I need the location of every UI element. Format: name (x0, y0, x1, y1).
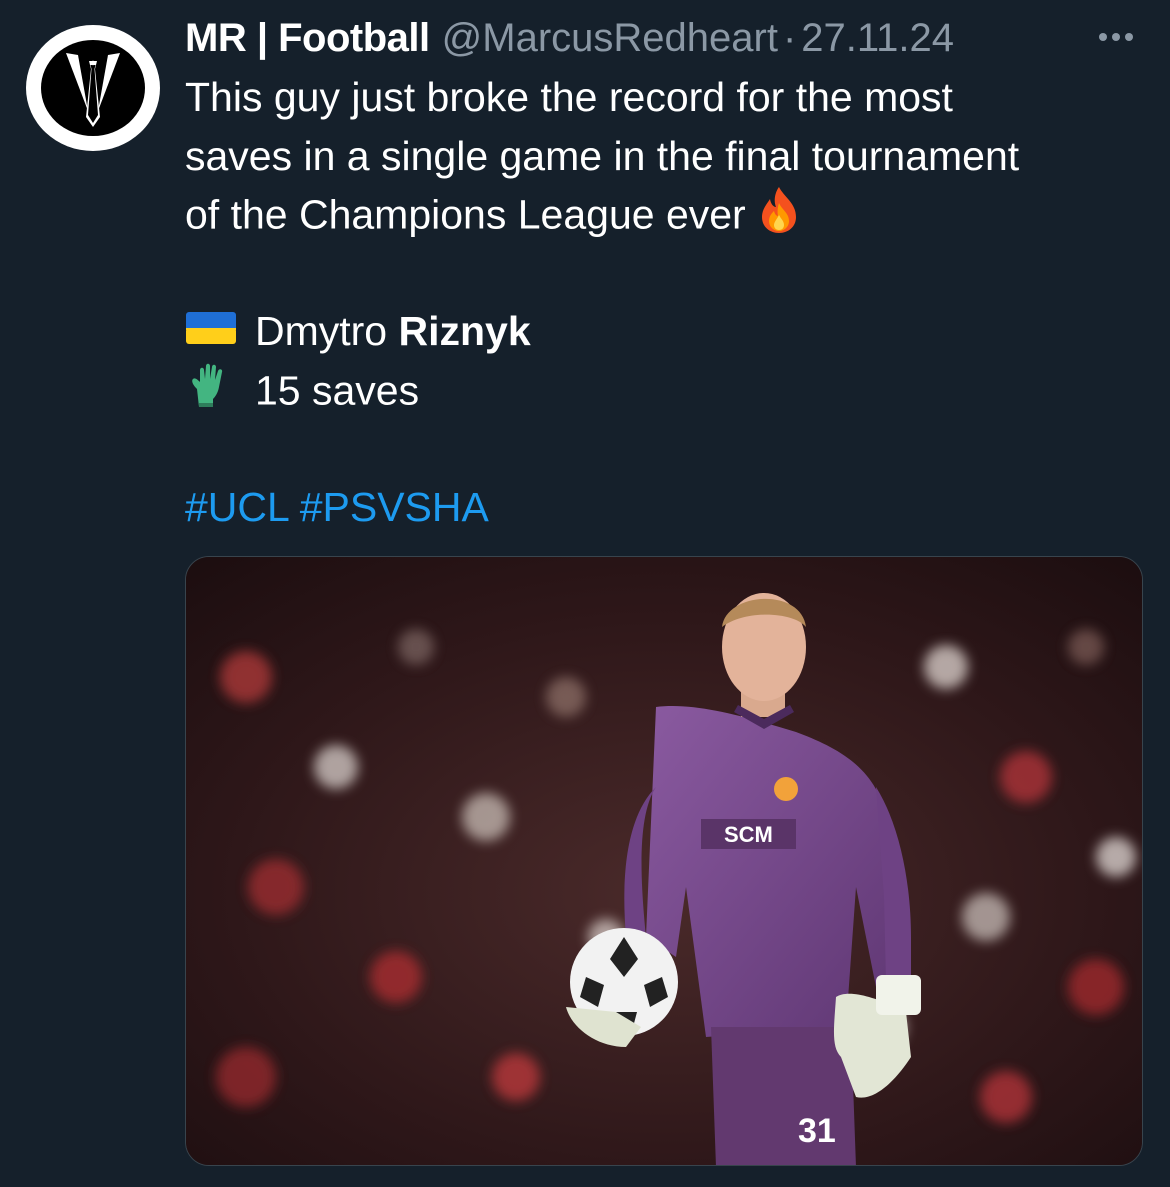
fire-emoji-icon (756, 185, 802, 251)
blank-line-2 (185, 419, 1145, 478)
ukraine-flag-emoji-icon (185, 305, 237, 364)
hashtags-line: #UCL #PSVSHA (185, 478, 1145, 537)
more-options-icon (1099, 33, 1133, 41)
goalkeeper-photo: SCM 31 (186, 557, 1142, 1165)
suit-tie-logo-icon (41, 40, 145, 136)
header-separator: · (782, 16, 797, 60)
hashtag-psvsha[interactable]: #PSVSHA (300, 484, 489, 530)
player-first-name: Dmytro (255, 308, 388, 354)
saves-count: 15 saves (255, 367, 420, 414)
gloves-emoji-icon (185, 361, 237, 427)
player-name-line: Dmytro Riznyk (185, 302, 1145, 361)
tweet-date[interactable]: 27.11.24 (801, 14, 954, 62)
tweet-text-line-1: This guy just broke the record for the m… (185, 74, 953, 120)
more-options-button[interactable] (1092, 22, 1140, 52)
tweet-body: This guy just broke the record for the m… (185, 68, 1145, 536)
saves-line: 15 saves (185, 361, 1145, 420)
tweet-text-line-3-text: of the Champions League ever (185, 191, 746, 238)
shorts-number-text: 31 (798, 1112, 836, 1150)
tweet-text-line-3: of the Champions League ever (185, 185, 1145, 244)
tweet[interactable]: MR | Football @MarcusRedheart · 27.11.24… (0, 0, 1170, 1187)
avatar[interactable] (26, 25, 160, 151)
tweet-header: MR | Football @MarcusRedheart · 27.11.24 (185, 14, 954, 62)
user-handle[interactable]: @MarcusRedheart (442, 14, 778, 62)
tweet-media-image[interactable]: SCM 31 (185, 556, 1143, 1166)
hashtag-ucl[interactable]: #UCL (185, 484, 288, 530)
display-name[interactable]: MR | Football (185, 14, 430, 62)
tweet-text-line-2: saves in a single game in the final tour… (185, 132, 1020, 179)
jersey-sponsor-text: SCM (724, 822, 773, 847)
player-last-name: Riznyk (398, 308, 531, 354)
